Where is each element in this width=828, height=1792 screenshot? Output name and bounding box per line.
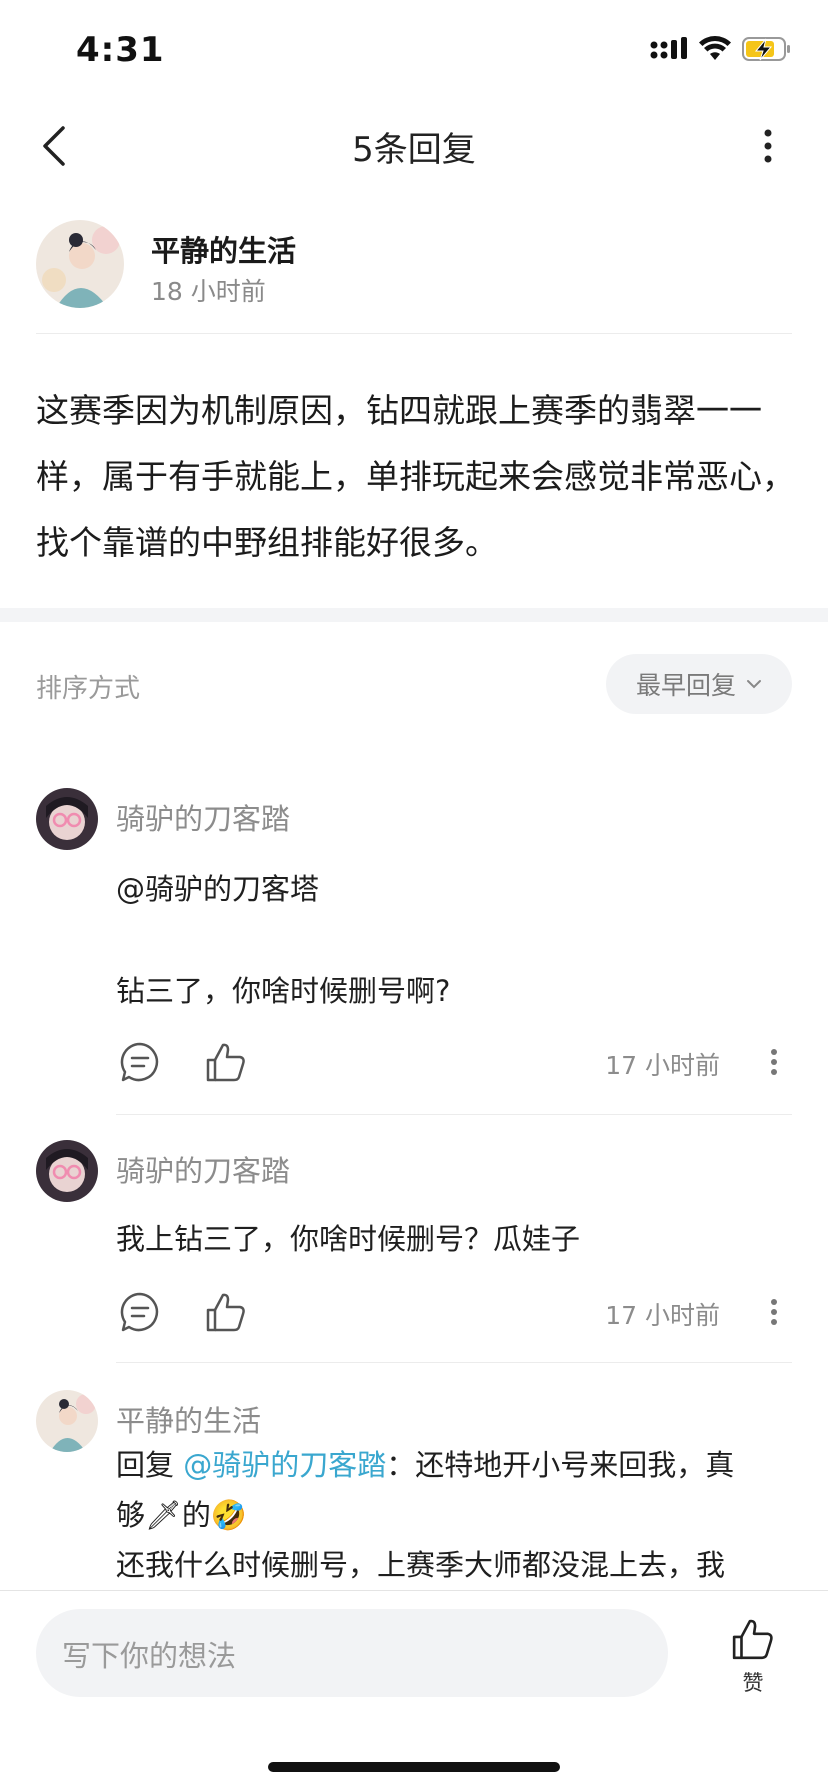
post-like-button[interactable]: 赞 — [724, 1617, 782, 1707]
comment-text-line: @骑驴的刀客塔 — [116, 872, 320, 906]
comment-text: 回复 @骑驴的刀客踏：还特地开小号来回我，真 够🗡的🤣 还我什么时候删号，上赛季… — [116, 1440, 792, 1590]
more-vertical-icon — [771, 1049, 777, 1075]
sort-dropdown[interactable]: 最早回复 — [606, 654, 792, 714]
sort-label: 排序方式 — [36, 674, 141, 704]
wifi-icon — [699, 36, 731, 60]
comment-text: 我上钻三了，你啥时候删号？瓜娃子 — [116, 1222, 581, 1256]
page-title: 5条回复 — [352, 130, 476, 170]
thumbs-up-icon — [732, 1619, 773, 1660]
comment-bubble-icon — [120, 1042, 159, 1082]
comment-input-placeholder: 写下你的想法 — [62, 1639, 237, 1673]
thumbs-up-icon — [206, 1043, 245, 1082]
avatar[interactable] — [36, 1390, 98, 1452]
nav-header: 5条回复 — [0, 100, 828, 192]
more-vertical-icon — [771, 1299, 777, 1325]
like-button[interactable] — [202, 1038, 250, 1086]
reply-button[interactable] — [116, 1038, 164, 1086]
status-bar: 4:31 — [0, 0, 828, 100]
comment-item: 平静的生活 回复 @骑驴的刀客踏：还特地开小号来回我，真 够🗡的🤣 还我什么时候… — [36, 1390, 792, 1590]
chevron-down-icon — [747, 680, 761, 689]
comment-author[interactable]: 骑驴的刀客踏 — [116, 1148, 290, 1190]
more-vertical-icon — [764, 129, 772, 163]
like-label: 赞 — [742, 1671, 764, 1695]
post-timestamp: 18 小时前 — [151, 277, 266, 306]
comment-text-line: 还我什么时候删号，上赛季大师都没混上去，我 — [116, 1548, 726, 1582]
comment-timestamp: 17 小时前 — [605, 1051, 720, 1080]
section-divider — [0, 608, 828, 622]
avatar[interactable] — [36, 220, 124, 308]
mention-link[interactable]: @骑驴的刀客踏 — [183, 1448, 386, 1482]
comment-timestamp: 17 小时前 — [605, 1301, 720, 1330]
dagger-emoji: 🗡 — [145, 1498, 182, 1532]
post-content: 这赛季因为机制原因，钻四就跟上赛季的翡翠一一样，属于有手就能上，单排玩起来会感觉… — [36, 391, 795, 562]
avatar[interactable] — [36, 788, 98, 850]
cellular-signal-icon — [650, 37, 687, 59]
like-button[interactable] — [202, 1288, 250, 1336]
comment-bubble-icon — [120, 1292, 159, 1332]
comment-text-line: 够🗡的🤣 — [116, 1498, 247, 1532]
post-author-row: 平静的生活 18 小时前 — [36, 220, 792, 334]
comment-author[interactable]: 骑驴的刀客踏 — [116, 796, 290, 838]
comment-separator — [116, 1362, 792, 1363]
thumbs-up-icon — [206, 1293, 245, 1332]
status-icons — [650, 36, 792, 62]
avatar[interactable] — [36, 1140, 98, 1202]
comment-actions: 17 小时前 — [116, 1038, 792, 1098]
more-options-button[interactable] — [748, 120, 788, 172]
comment-author[interactable]: 平静的生活 — [116, 1398, 261, 1440]
status-time: 4:31 — [76, 30, 165, 70]
laughing-emoji: 🤣 — [210, 1498, 247, 1532]
battery-charging-icon — [742, 37, 790, 61]
comment-text-line: 钻三了，你啥时候删号啊? — [116, 974, 451, 1008]
comment-text: @骑驴的刀客塔 钻三了，你啥时候删号啊? — [116, 864, 796, 1016]
comment-item: 骑驴的刀客踏 @骑驴的刀客塔 钻三了，你啥时候删号啊? 17 小时前 — [36, 788, 792, 1118]
comment-more-button[interactable] — [762, 1292, 786, 1332]
comment-more-button[interactable] — [762, 1042, 786, 1082]
comment-item: 骑驴的刀客踏 我上钻三了，你啥时候删号？瓜娃子 17 小时前 — [36, 1140, 792, 1364]
sort-selected-value: 最早回复 — [635, 671, 736, 700]
home-indicator — [268, 1762, 560, 1772]
reply-button[interactable] — [116, 1288, 164, 1336]
comment-separator — [116, 1114, 792, 1115]
comment-text-line: 回复 @骑驴的刀客踏：还特地开小号来回我，真 — [116, 1448, 735, 1482]
comment-actions: 17 小时前 — [116, 1288, 792, 1348]
comment-input[interactable]: 写下你的想法 — [36, 1609, 668, 1697]
comment-input-bar: 写下你的想法 赞 — [0, 1590, 828, 1792]
post-author-name[interactable]: 平静的生活 — [151, 228, 296, 270]
